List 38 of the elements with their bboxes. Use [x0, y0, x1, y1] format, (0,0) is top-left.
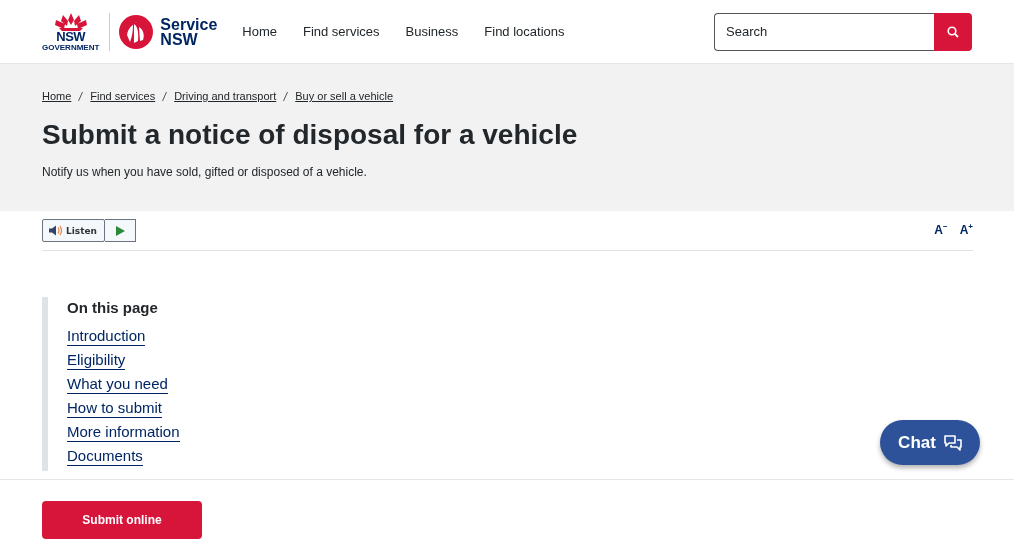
submit-button[interactable]: Submit online [42, 501, 202, 539]
brand-name: NSW [160, 31, 199, 47]
speaker-icon [49, 225, 63, 236]
text-size-button[interactable]: A$^{+}$ [959, 222, 973, 237]
chat-icon [943, 434, 962, 451]
breadcrumb-separator [283, 91, 289, 101]
breadcrumb-link[interactable]: Driving and transport [174, 90, 277, 102]
page-link[interactable]: More information [67, 423, 180, 442]
logo-text: NSW [56, 31, 86, 43]
page-link[interactable]: Eligibility [67, 351, 126, 370]
search-field[interactable]: Search [714, 12, 934, 51]
logo-subtext: GOVERNMENT [42, 43, 100, 52]
search-icon [947, 25, 959, 38]
page-link[interactable]: What you need [67, 375, 168, 394]
waratah-icon [52, 11, 89, 31]
nav-link[interactable]: Find services [302, 24, 380, 39]
page-link[interactable]: Documents [67, 447, 143, 466]
text-size-button[interactable]: A$^{−}$ [934, 222, 948, 237]
nav-link[interactable]: Find locations [484, 24, 565, 39]
breadcrumb-link[interactable]: Buy or sell a vehicle [295, 90, 394, 102]
brand-name: Service [160, 16, 218, 32]
breadcrumb-separator [162, 91, 168, 101]
play-button[interactable] [105, 219, 136, 242]
breadcrumb-link[interactable]: Home [42, 90, 72, 102]
brand-logo-icon [119, 14, 154, 49]
page-link[interactable]: How to submit [67, 399, 163, 418]
section-heading: On this page [67, 299, 159, 316]
chat-button[interactable]: Chat [880, 420, 980, 465]
breadcrumb-link[interactable]: Find services [90, 90, 156, 102]
page-title: Submit a notice of disposal for a vehicle [42, 118, 579, 152]
listen-button[interactable]: Listen [42, 219, 105, 242]
breadcrumb-separator [78, 91, 84, 101]
intro-text: Notify us when you have sold, gifted or disposed of a vehicle. [42, 165, 368, 179]
page-link[interactable]: Introduction [67, 327, 146, 346]
nav-link[interactable]: Home [242, 24, 277, 39]
search-button[interactable] [934, 12, 972, 51]
play-icon [115, 225, 125, 236]
nav-link[interactable]: Business [405, 24, 459, 39]
